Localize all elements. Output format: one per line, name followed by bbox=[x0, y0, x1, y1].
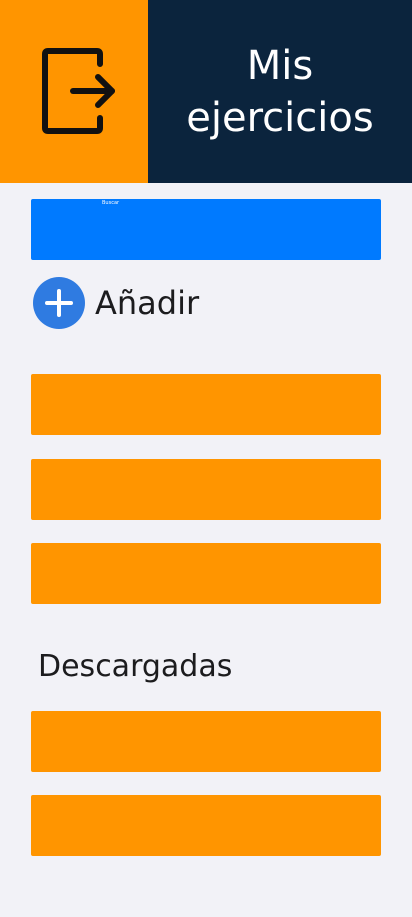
add-label: Añadir bbox=[95, 284, 200, 322]
exercise-card[interactable] bbox=[31, 459, 381, 520]
add-exercise-button[interactable]: Añadir bbox=[33, 277, 199, 329]
downloaded-exercise-card[interactable] bbox=[31, 711, 381, 772]
my-exercises-screen: Mis ejercicios Buscar Añadir Descargadas bbox=[0, 0, 412, 917]
exercise-card[interactable] bbox=[31, 543, 381, 604]
search-placeholder: Buscar bbox=[102, 200, 120, 206]
downloaded-exercise-card[interactable] bbox=[31, 795, 381, 856]
page-title: Mis ejercicios bbox=[186, 42, 374, 141]
plus-circle-icon bbox=[33, 277, 85, 329]
exit-button[interactable] bbox=[0, 0, 148, 183]
title-panel: Mis ejercicios bbox=[148, 0, 412, 183]
header: Mis ejercicios bbox=[0, 0, 412, 183]
downloads-heading: Descargadas bbox=[38, 649, 233, 684]
exercise-card[interactable] bbox=[31, 374, 381, 435]
search-input[interactable]: Buscar bbox=[31, 199, 381, 260]
logout-icon bbox=[42, 48, 115, 134]
